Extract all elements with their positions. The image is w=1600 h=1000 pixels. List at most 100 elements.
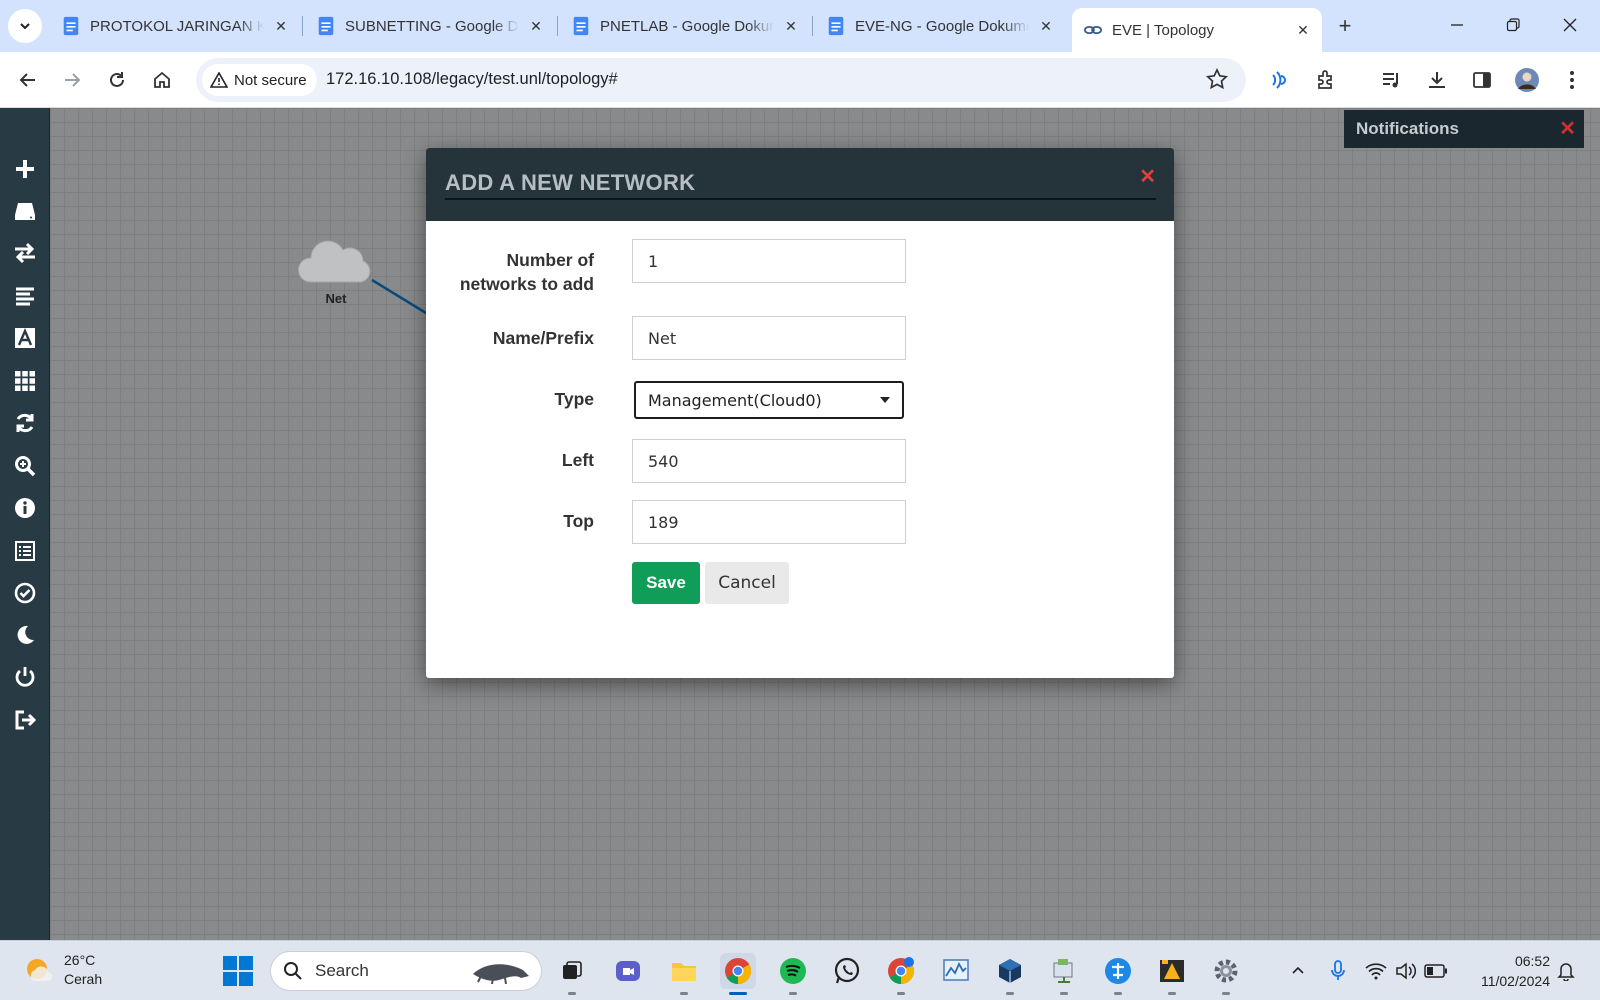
wifi-icon[interactable] bbox=[1364, 959, 1388, 983]
new-tab-button[interactable]: + bbox=[1330, 12, 1360, 40]
chrome-profile-icon[interactable] bbox=[883, 953, 919, 995]
type-select[interactable]: Management(Cloud0) bbox=[634, 381, 904, 419]
clock[interactable]: 06:52 11/02/2024 bbox=[1481, 951, 1550, 991]
tab-pnetlab[interactable]: PNETLAB - Google Dokumen ✕ bbox=[560, 8, 810, 44]
cloud-icon bbox=[298, 240, 371, 283]
logout-icon[interactable] bbox=[11, 706, 39, 734]
volume-icon[interactable] bbox=[1394, 959, 1418, 983]
list-icon[interactable] bbox=[11, 282, 39, 310]
google-docs-icon bbox=[573, 16, 589, 36]
cancel-button[interactable]: Cancel bbox=[705, 562, 789, 604]
weather-widget[interactable]: 26°C Cerah bbox=[24, 951, 102, 989]
start-button[interactable] bbox=[222, 955, 254, 987]
zoom-icon[interactable] bbox=[11, 452, 39, 480]
top-value: 189 bbox=[648, 512, 679, 532]
close-icon[interactable]: ✕ bbox=[1139, 164, 1156, 189]
bookmark-star-icon[interactable] bbox=[1206, 68, 1228, 90]
list-alt-icon[interactable] bbox=[11, 537, 39, 565]
google-docs-icon bbox=[828, 16, 844, 36]
more-menu-icon[interactable] bbox=[1558, 66, 1586, 94]
url-text[interactable]: 172.16.10.108/legacy/test.unl/topology# bbox=[326, 70, 618, 89]
type-value: Management(Cloud0) bbox=[648, 390, 822, 410]
tab-title: EVE | Topology bbox=[1112, 21, 1215, 39]
weather-desc: Cerah bbox=[64, 971, 103, 987]
forward-button[interactable] bbox=[55, 63, 89, 97]
tab-eve-topology[interactable]: EVE | Topology ✕ bbox=[1072, 8, 1322, 52]
text-icon[interactable] bbox=[11, 324, 39, 352]
close-icon[interactable]: ✕ bbox=[1559, 116, 1576, 141]
resource-monitor-icon[interactable] bbox=[938, 953, 974, 989]
caret-down-icon bbox=[880, 397, 890, 403]
close-window-button[interactable] bbox=[1550, 10, 1590, 40]
tab-strip: PROTOKOL JARINGAN KOMPUTER - Google Doku… bbox=[0, 0, 1600, 52]
grid-icon[interactable] bbox=[11, 367, 39, 395]
hdd-icon[interactable] bbox=[11, 197, 39, 225]
count-label-line: Number of bbox=[506, 250, 595, 270]
close-tab-icon[interactable]: ✕ bbox=[270, 15, 292, 37]
google-docs-icon bbox=[63, 16, 79, 36]
restore-button[interactable] bbox=[1493, 10, 1533, 40]
left-value: 540 bbox=[648, 451, 679, 471]
app-indicator bbox=[680, 992, 688, 995]
left-input[interactable]: 540 bbox=[632, 439, 906, 483]
extensions-icon[interactable] bbox=[1312, 66, 1340, 94]
task-view-icon[interactable] bbox=[554, 953, 590, 995]
close-tab-icon[interactable]: ✕ bbox=[780, 15, 802, 37]
side-panel-icon[interactable] bbox=[1468, 66, 1496, 94]
exchange-icon[interactable] bbox=[11, 239, 39, 267]
save-button[interactable]: Save bbox=[632, 562, 700, 604]
profile-avatar[interactable] bbox=[1513, 66, 1541, 94]
file-explorer-icon[interactable] bbox=[666, 953, 702, 995]
notification-bell-icon[interactable] bbox=[1554, 959, 1578, 983]
chevron-down-icon bbox=[20, 23, 30, 30]
tab-subnetting[interactable]: SUBNETTING - Google Dokumen ✕ bbox=[305, 8, 555, 44]
tab-eve-ng[interactable]: EVE-NG - Google Dokumen ✕ bbox=[815, 8, 1065, 44]
check-circle-icon[interactable] bbox=[11, 579, 39, 607]
tab-protokol[interactable]: PROTOKOL JARINGAN KOMPUTER - Google Doku… bbox=[50, 8, 300, 44]
refresh-icon[interactable] bbox=[11, 409, 39, 437]
battery-icon[interactable] bbox=[1424, 959, 1448, 983]
sticky-app-icon[interactable] bbox=[1154, 953, 1190, 995]
network-node[interactable]: Net bbox=[296, 236, 376, 306]
power-icon[interactable] bbox=[11, 663, 39, 691]
whatsapp-icon[interactable] bbox=[829, 953, 865, 989]
remote-access-icon[interactable] bbox=[1100, 953, 1136, 995]
tab-separator bbox=[302, 16, 303, 36]
name-input[interactable]: Net bbox=[632, 316, 906, 360]
top-input[interactable]: 189 bbox=[632, 500, 906, 544]
settings-gear-icon[interactable] bbox=[1208, 953, 1244, 995]
chrome-icon[interactable] bbox=[720, 953, 756, 995]
close-tab-icon[interactable]: ✕ bbox=[1292, 19, 1314, 41]
close-tab-icon[interactable]: ✕ bbox=[525, 15, 547, 37]
app-indicator bbox=[897, 992, 905, 995]
back-button[interactable] bbox=[11, 63, 45, 97]
arrow-left-icon bbox=[19, 73, 35, 87]
taskbar-search[interactable]: Search bbox=[270, 951, 542, 991]
minimize-button[interactable] bbox=[1437, 10, 1477, 40]
spotify-icon[interactable] bbox=[775, 953, 811, 995]
network-tool-icon[interactable] bbox=[1046, 953, 1082, 995]
add-icon[interactable] bbox=[11, 155, 39, 183]
cast-extension-icon[interactable] bbox=[1266, 66, 1294, 94]
moon-icon[interactable] bbox=[11, 621, 39, 649]
teams-meet-icon[interactable] bbox=[610, 953, 646, 989]
info-icon[interactable] bbox=[11, 494, 39, 522]
reload-button[interactable] bbox=[100, 63, 134, 97]
tab-separator bbox=[557, 16, 558, 36]
count-input[interactable]: 1 bbox=[632, 239, 906, 283]
home-button[interactable] bbox=[145, 63, 179, 97]
media-control-icon[interactable] bbox=[1378, 66, 1406, 94]
download-icon[interactable] bbox=[1423, 66, 1451, 94]
tab-search-button[interactable] bbox=[8, 9, 42, 43]
security-chip[interactable]: Not secure bbox=[202, 64, 317, 96]
clock-time: 06:52 bbox=[1514, 953, 1550, 969]
virtualbox-icon[interactable] bbox=[992, 953, 1028, 995]
chevron-up-icon[interactable] bbox=[1286, 959, 1310, 983]
plus-icon: + bbox=[1338, 13, 1352, 38]
name-value: Net bbox=[648, 328, 677, 348]
weather-temp: 26°C bbox=[64, 952, 96, 968]
microphone-icon[interactable] bbox=[1326, 959, 1350, 983]
close-tab-icon[interactable]: ✕ bbox=[1035, 15, 1057, 37]
type-label: Type bbox=[554, 389, 594, 409]
address-bar[interactable]: Not secure 172.16.10.108/legacy/test.unl… bbox=[196, 58, 1246, 102]
